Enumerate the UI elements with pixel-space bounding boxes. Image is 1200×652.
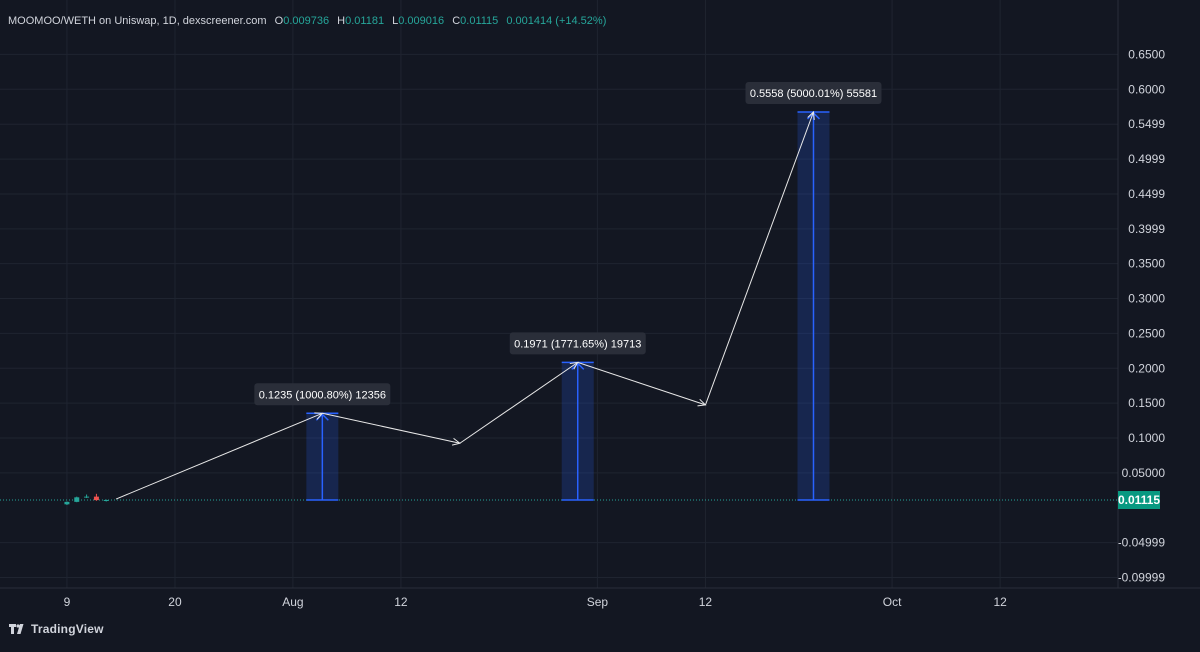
tradingview-logo-icon xyxy=(9,624,24,634)
open-value: 0.009736 xyxy=(283,15,330,27)
candlestick-chart[interactable]: 0.1235 (1000.80%) 12356 0.1971 (1771.65%)… xyxy=(0,0,1200,647)
close-value: 0.01115 xyxy=(460,15,499,27)
x-tick-label: 9 xyxy=(64,595,71,609)
measurements xyxy=(306,111,830,501)
x-tick-label: Sep xyxy=(587,595,609,609)
axes: 0.6500 0.6000 0.5499 0.4999 0.4499 0.3999 0.35… xyxy=(0,0,1200,609)
x-tick-label: Aug xyxy=(282,595,303,609)
measure-label-text: 0.5558 (5000.01%) 55581 xyxy=(750,88,877,100)
candle-body xyxy=(84,496,90,498)
y-tick-label: 0.6000 xyxy=(1128,82,1165,96)
candle-body xyxy=(64,501,70,505)
y-tick-label: -0.09999 xyxy=(1118,571,1166,585)
high-value: 0.01181 xyxy=(345,15,385,27)
y-tick-label: 0.2500 xyxy=(1128,326,1165,340)
x-tick-label: 12 xyxy=(394,595,408,609)
x-tick-label: 12 xyxy=(993,595,1007,609)
chart[interactable]: 0.1235 (1000.80%) 12356 0.1971 (1771.65%)… xyxy=(0,0,1200,647)
x-tick-label: 20 xyxy=(168,595,182,609)
high-label: H xyxy=(337,15,346,27)
y-tick-label: 0.3500 xyxy=(1128,257,1165,271)
ohlc-legend: MOOMOO/WETH on Uniswap, 1D, dexscreener.… xyxy=(8,14,606,28)
candle-body xyxy=(103,500,109,502)
y-tick-label: 0.3000 xyxy=(1128,292,1165,306)
y-tick-label: 0.5499 xyxy=(1128,117,1165,131)
low-value: 0.009016 xyxy=(398,15,445,27)
x-tick-label: Oct xyxy=(883,595,902,609)
candle-body xyxy=(74,497,80,502)
y-tick-label: 0.6500 xyxy=(1128,47,1165,61)
footer: TradingView xyxy=(0,612,1200,647)
projection-path xyxy=(115,110,815,500)
measure-label: 0.1971 (1771.65%) 19713 xyxy=(509,332,646,355)
y-tick-label: 0.1000 xyxy=(1128,431,1165,445)
y-tick-label: 0.2000 xyxy=(1128,361,1165,375)
y-tick-label: 0.3999 xyxy=(1128,222,1165,236)
grid xyxy=(0,0,1118,588)
measurement-labels: 0.1235 (1000.80%) 12356 0.1971 (1771.65%)… xyxy=(254,81,882,406)
tradingview-logo-text: TradingView xyxy=(31,622,104,636)
current-price-badge-text: 0.01115 xyxy=(1118,493,1160,507)
change-value: 0.001414 (+14.52%) xyxy=(506,15,607,27)
candles xyxy=(64,493,109,505)
x-tick-label: 12 xyxy=(699,595,713,609)
candle-body xyxy=(93,496,99,501)
measure-label: 0.1235 (1000.80%) 12356 xyxy=(254,383,391,406)
measure-label: 0.5558 (5000.01%) 55581 xyxy=(745,81,882,104)
y-tick-label: 0.1500 xyxy=(1128,396,1165,410)
y-tick-label: 0.4999 xyxy=(1128,152,1165,166)
symbol-title: MOOMOO/WETH on Uniswap, 1D, dexscreener.… xyxy=(8,15,267,27)
path-segment xyxy=(704,111,814,406)
y-tick-label: 0.4499 xyxy=(1128,187,1165,201)
y-tick-label: -0.04999 xyxy=(1118,536,1166,550)
open-label: O xyxy=(274,15,284,27)
tradingview-logo[interactable]: TradingView xyxy=(9,622,104,636)
measure-label-text: 0.1971 (1771.65%) 19713 xyxy=(514,338,641,350)
current-price-badge: 0.01115 xyxy=(1118,491,1160,510)
close-label: C xyxy=(452,15,461,27)
path-segment xyxy=(115,412,323,500)
measure-label-text: 0.1235 (1000.80%) 12356 xyxy=(259,389,386,401)
path-segment xyxy=(322,412,460,444)
y-tick-label: 0.05000 xyxy=(1122,466,1166,480)
